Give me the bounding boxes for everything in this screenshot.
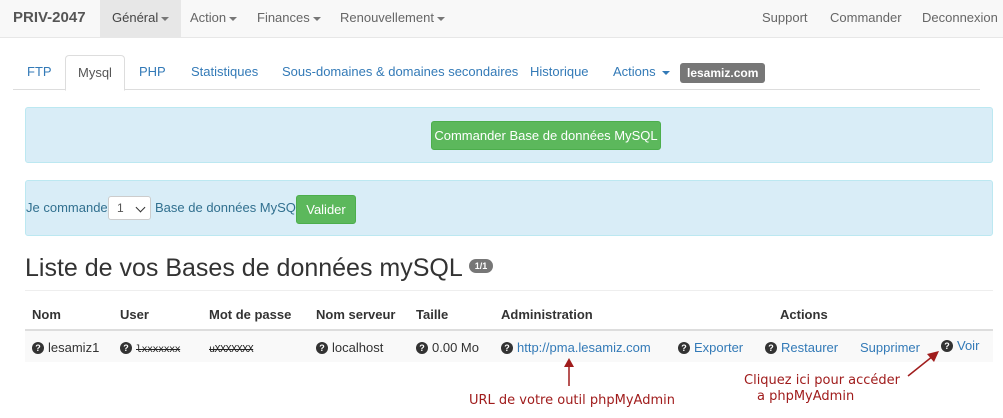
annotation-click-note-line2: a phpMyAdmin — [757, 389, 855, 404]
nav-support[interactable]: Support — [750, 0, 820, 38]
order-mysql-button[interactable]: Commander Base de données MySQL — [431, 121, 661, 150]
question-icon[interactable]: ? — [416, 341, 428, 354]
order-panel: Commander Base de données MySQL — [25, 107, 993, 163]
order-form-prefix: Je commande — [26, 200, 108, 215]
count-badge: 1/1 — [468, 259, 494, 274]
cell-server: ? localhost — [316, 340, 383, 355]
nav-commander[interactable]: Commander — [818, 0, 914, 38]
up-arrow-icon — [564, 358, 574, 386]
cell-view: ? Voir — [941, 338, 979, 353]
annotation-url-note: URL de votre outil phpMyAdmin — [469, 393, 675, 408]
phpmyadmin-link[interactable]: http://pma.lesamiz.com — [517, 340, 651, 355]
page-title-text: Liste de vos Bases de données mySQL — [25, 254, 463, 282]
chevron-down-icon — [312, 16, 321, 21]
question-icon[interactable]: ? — [501, 341, 513, 354]
question-icon[interactable]: ? — [941, 339, 953, 352]
order-form-panel: Je commande 1 Base de données MySQL Vali… — [25, 180, 993, 236]
tab-ftp[interactable]: FTP — [15, 55, 64, 90]
question-icon[interactable]: ? — [678, 341, 690, 354]
cell-server-value: localhost — [332, 340, 384, 355]
validate-button[interactable]: Valider — [296, 195, 356, 224]
cell-password-value: uXXXXXXX — [209, 344, 254, 355]
table-top-divider — [25, 290, 993, 291]
tab-actions-label: Actions — [613, 64, 656, 79]
cell-nom: ? lesamiz1 — [32, 340, 99, 355]
tab-historique[interactable]: Historique — [518, 55, 601, 90]
column-header-user: User — [120, 307, 149, 322]
cell-size: ? 0.00 Mo — [416, 340, 479, 355]
nav-action-label: Action — [190, 10, 227, 25]
nav-deconnexion[interactable]: Deconnexion — [910, 0, 1003, 38]
tab-actions[interactable]: Actions — [601, 55, 682, 90]
nav-general-label: Général — [112, 10, 159, 25]
tab-statistiques[interactable]: Statistiques — [179, 55, 270, 90]
column-header-nom: Nom — [32, 307, 61, 322]
page-title: Liste de vos Bases de données mySQL 1/1 — [25, 254, 494, 283]
column-header-size: Taille — [416, 307, 449, 322]
column-header-admin: Administration — [501, 307, 593, 322]
cell-export: ? Exporter — [678, 340, 743, 355]
question-icon[interactable]: ? — [765, 341, 777, 354]
nav-renouvellement-label: Renouvellement — [340, 10, 434, 25]
nav-action[interactable]: Action — [178, 0, 249, 38]
question-icon[interactable]: ? — [316, 341, 328, 354]
question-icon[interactable]: ? — [120, 341, 132, 354]
domain-badge: lesamiz.com — [680, 63, 766, 83]
order-form: Je commande 1 Base de données MySQL Vali… — [26, 181, 994, 237]
cell-password: uXXXXXXX — [209, 340, 254, 355]
nav-renouvellement[interactable]: Renouvellement — [328, 0, 457, 38]
chevron-down-icon — [229, 16, 238, 21]
nav-general[interactable]: Général — [100, 0, 182, 38]
quantity-select[interactable]: 1 — [108, 196, 151, 220]
tab-sous-domaines[interactable]: Sous-domaines & domaines secondaires — [270, 55, 530, 90]
column-header-password: Mot de passe — [209, 307, 292, 322]
order-form-suffix: Base de données MySQL — [155, 200, 304, 215]
view-link[interactable]: Voir — [957, 338, 979, 353]
nav-finances-label: Finances — [257, 10, 310, 25]
tab-php[interactable]: PHP — [127, 55, 178, 90]
column-header-actions: Actions — [780, 307, 828, 322]
question-icon[interactable]: ? — [32, 341, 44, 354]
top-navbar: PRIV-2047 Général Action Finances Renouv… — [0, 0, 1003, 38]
column-header-server: Nom serveur — [316, 307, 396, 322]
diagonal-arrow-icon — [907, 351, 939, 377]
chevron-down-icon — [135, 202, 146, 213]
cell-admin: ? http://pma.lesamiz.com — [501, 340, 651, 355]
cell-user: ? lxxxxxxx — [120, 340, 181, 355]
chevron-down-icon — [161, 16, 170, 21]
cell-user-value: lxxxxxxx — [136, 344, 181, 355]
nav-finances[interactable]: Finances — [245, 0, 333, 38]
quantity-value: 1 — [117, 201, 124, 215]
cell-restore: ? Restaurer — [765, 340, 838, 355]
chevron-down-icon — [436, 16, 445, 21]
cell-size-value: 0.00 Mo — [432, 340, 479, 355]
export-link[interactable]: Exporter — [694, 340, 743, 355]
chevron-down-icon — [661, 70, 670, 75]
restore-link[interactable]: Restaurer — [781, 340, 838, 355]
annotation-click-note-line1: Cliquez ici pour accéder — [744, 373, 901, 388]
cell-nom-value: lesamiz1 — [48, 340, 100, 355]
tab-bar: FTP Mysql PHP Statistiques Sous-domaines… — [13, 55, 980, 91]
tab-mysql[interactable]: Mysql — [65, 55, 125, 91]
brand-label[interactable]: PRIV-2047 — [13, 9, 86, 26]
